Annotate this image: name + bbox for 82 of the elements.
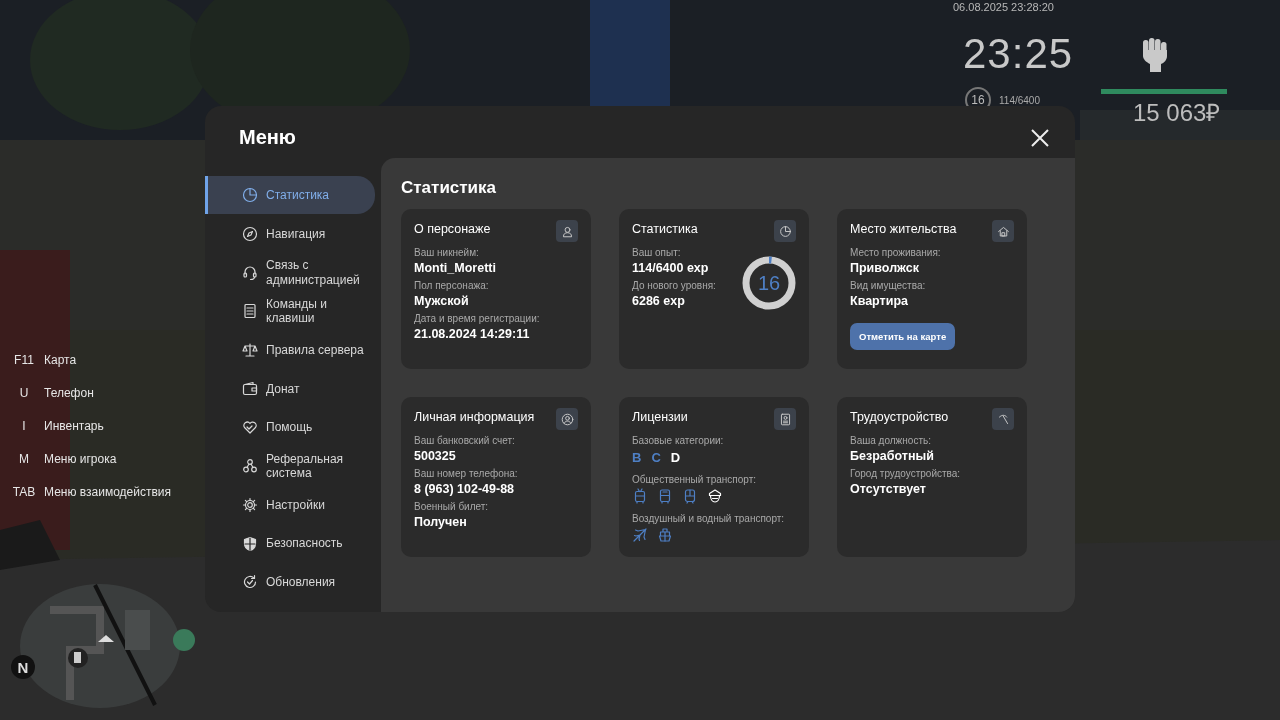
- field-label: Ваш банковский счет:: [414, 435, 515, 446]
- license-category: D: [670, 450, 681, 465]
- field-label: Военный билет:: [414, 501, 489, 512]
- refresh-check-icon: [242, 574, 258, 591]
- key-label: F11: [13, 353, 35, 367]
- card-title: Трудоустройство: [850, 410, 949, 424]
- experience-text: 114/6400: [999, 95, 1040, 106]
- card-title: Место жительства: [850, 222, 957, 236]
- shield-icon: [242, 535, 258, 552]
- license-category: C: [651, 450, 661, 465]
- settings-icon: [242, 496, 258, 513]
- pickaxe-icon: [992, 408, 1014, 430]
- sidebar-item[interactable]: Донат: [205, 369, 375, 409]
- chart-icon: [774, 220, 796, 242]
- field-label: До нового уровня:: [632, 280, 716, 291]
- field-label: Общественный транспорт:: [632, 474, 757, 485]
- card-title: Статистика: [632, 222, 698, 236]
- field-value: 21.08.2024 14:29:11: [414, 327, 530, 341]
- date-time: 06.08.2025 23:28:20: [953, 1, 1054, 13]
- key-label: M: [18, 452, 30, 466]
- compass-icon: [242, 226, 258, 243]
- keybind-action: Телефон: [44, 386, 94, 400]
- sidebar-item[interactable]: Правила сервера: [205, 330, 375, 370]
- sidebar-item[interactable]: Реферальная система: [205, 446, 375, 486]
- menu-title: Меню: [238, 125, 297, 150]
- field-label: Вид имущества:: [850, 280, 926, 291]
- key-label: TAB: [11, 485, 37, 499]
- keybind-action: Карта: [44, 353, 77, 367]
- sidebar-item[interactable]: Обновления: [205, 562, 375, 602]
- key-label: U: [18, 386, 30, 400]
- headset-icon: [242, 264, 258, 281]
- sidebar-item[interactable]: Связь с администрацией: [205, 253, 375, 293]
- keybind-action: Инвентарь: [44, 419, 104, 433]
- wallet-icon: [242, 380, 258, 397]
- field-value: 6286 exp: [632, 294, 685, 308]
- sidebar-item[interactable]: Помощь: [205, 408, 375, 447]
- field-value: 114/6400 exp: [632, 261, 709, 275]
- keybind-action: Меню игрока: [44, 452, 117, 466]
- field-label: Ваш никнейм:: [414, 247, 479, 258]
- card-title: Личная информация: [414, 410, 535, 424]
- level-ring: 16: [741, 255, 797, 311]
- field-value: Отсутствует: [850, 482, 926, 496]
- person-icon: [556, 220, 578, 242]
- field-label: Ваш номер телефона:: [414, 468, 518, 479]
- house-icon: [992, 220, 1014, 242]
- field-label: Воздушный и водный транспорт:: [632, 513, 785, 524]
- card-title: Лицензии: [632, 410, 688, 424]
- field-label: Ваша должность:: [850, 435, 931, 446]
- nodes-icon: [242, 458, 258, 475]
- mark-on-map-button[interactable]: Отметить на карте: [850, 323, 956, 350]
- clock: 23:25: [963, 30, 1074, 78]
- field-label: Пол персонажа:: [414, 280, 489, 291]
- field-label: Город трудоустройства:: [850, 468, 961, 479]
- field-label: Место проживания:: [850, 247, 941, 258]
- field-value: Приволжск: [850, 261, 919, 275]
- key-label: I: [21, 419, 27, 433]
- field-value: Monti_Moretti: [414, 261, 496, 275]
- sidebar-item[interactable]: Настройки: [205, 485, 375, 525]
- license-category: B: [632, 450, 642, 465]
- section-heading: Статистика: [401, 178, 498, 198]
- heart-icon: [242, 419, 258, 436]
- money-amount: 15 063₽: [1133, 98, 1221, 128]
- sidebar-item[interactable]: Безопасность: [205, 524, 375, 563]
- keybind-action: Меню взаимодействия: [44, 485, 171, 499]
- field-value: Мужской: [414, 294, 469, 308]
- field-label: Базовые категории:: [632, 435, 724, 446]
- field-value: Получен: [414, 515, 467, 529]
- document-icon: [242, 303, 258, 320]
- sidebar-item[interactable]: Команды и клавиши: [205, 292, 375, 331]
- field-value: Квартира: [850, 294, 908, 308]
- field-label: Дата и время регистрации:: [414, 313, 540, 324]
- sidebar-item[interactable]: Навигация: [205, 214, 375, 254]
- field-value: 500325: [414, 449, 456, 463]
- scales-icon: [242, 342, 258, 359]
- field-value: Безработный: [850, 449, 934, 463]
- chart-icon: [242, 187, 258, 203]
- field-value: 8 (963) 102-49-88: [414, 482, 515, 496]
- sidebar-item[interactable]: Статистика: [205, 176, 375, 214]
- id-card-icon: [774, 408, 796, 430]
- field-label: Ваш опыт:: [632, 247, 681, 258]
- close-button[interactable]: [1030, 128, 1050, 148]
- card-title: О персонаже: [414, 222, 491, 236]
